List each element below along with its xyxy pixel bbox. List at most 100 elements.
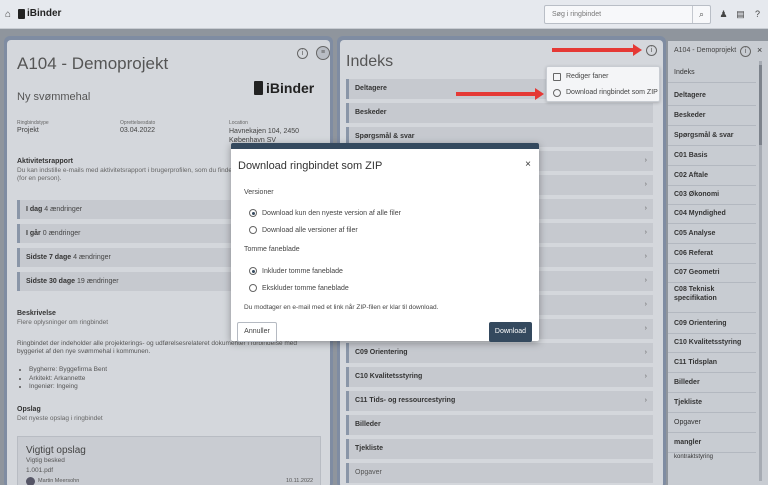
right-panel-item[interactable]: C08 Teknisk specifikation [668, 283, 756, 313]
index-row-label: Beskeder [355, 109, 387, 116]
info-icon[interactable]: i [740, 46, 751, 57]
close-icon[interactable]: × [757, 45, 762, 55]
description-list: Bygherre: Byggefirma Bent Arkitekt: Arka… [29, 366, 107, 392]
radio-icon[interactable] [249, 284, 257, 292]
radio-label: Download alle versioner af filer [262, 226, 358, 234]
notice-author: Martin Meersohn [38, 478, 80, 484]
users-icon[interactable]: ♟ [718, 9, 729, 20]
brand-logo[interactable]: iBinder [18, 8, 61, 19]
radio-include-empty[interactable]: Inkluder tomme faneblade [249, 267, 343, 275]
activity-row-label: I dag [26, 206, 43, 213]
notices-heading: Opslag [17, 406, 41, 413]
right-index-panel: A104 - Demoprojekt i × Indeks Deltagere … [668, 41, 768, 485]
index-row[interactable]: Tjekliste [346, 439, 653, 459]
index-row-label: Opgaver [355, 469, 382, 476]
chevron-right-icon: › [644, 157, 647, 164]
chevron-right-icon: › [644, 373, 647, 380]
scrollbar[interactable] [759, 61, 762, 481]
cancel-button[interactable]: Annuller [237, 322, 277, 342]
radio-selected-icon[interactable] [249, 209, 257, 217]
page-title: A104 - Demoprojekt [17, 54, 169, 73]
radio-all-versions[interactable]: Download alle versioner af filer [249, 226, 358, 234]
chevron-right-icon: › [644, 349, 647, 356]
notice-title: Vigtigt opslag [26, 445, 86, 456]
index-row[interactable]: Billeder [346, 415, 653, 435]
meta-label: Location [229, 120, 248, 126]
radio-icon[interactable] [249, 226, 257, 234]
dialog-note: Du modtager en e-mail med et link når ZI… [244, 304, 439, 311]
help-icon[interactable]: ? [752, 9, 763, 20]
right-panel-item[interactable]: Spørgsmål & svar [668, 126, 756, 146]
search-field[interactable]: Søg i ringbindet ⌕ [544, 5, 711, 24]
scrollbar-thumb[interactable] [759, 65, 762, 145]
info-icon[interactable]: i [297, 48, 308, 59]
close-icon[interactable]: × [525, 159, 531, 170]
chevron-right-icon: › [644, 277, 647, 284]
search-icon[interactable]: ⌕ [692, 6, 710, 23]
right-panel-item[interactable]: C11 Tidsplan [668, 353, 756, 373]
right-panel-item[interactable]: Deltagere [668, 86, 756, 106]
right-panel-header: A104 - Demoprojekt [668, 41, 768, 61]
edit-tabs-menu-item[interactable]: Rediger faner [553, 71, 608, 83]
index-row[interactable]: Opgaver [346, 463, 653, 483]
right-panel-item[interactable]: Beskeder [668, 106, 756, 126]
right-panel-item[interactable]: C09 Orientering [668, 314, 756, 334]
activity-row-label: Sidste 7 dage [26, 254, 72, 261]
radio-selected-icon[interactable] [249, 267, 257, 275]
right-panel-item[interactable]: C01 Basis [668, 146, 756, 166]
activity-row-count: 19 ændringer [76, 278, 119, 285]
index-row-label: Tjekliste [355, 445, 384, 452]
notice-card[interactable]: Vigtigt opslag Vigtig besked 1.001.pdf M… [17, 436, 321, 485]
ibinder-mark-icon [18, 8, 25, 19]
top-bar: ⌂ iBinder Søg i ringbindet ⌕ ♟ ▤ ? [0, 0, 768, 29]
index-row-label: Deltagere [355, 85, 387, 92]
chevron-right-icon: › [644, 397, 647, 404]
radio-label: Download kun den nyeste version af alle … [262, 209, 401, 217]
notice-file[interactable]: 1.001.pdf [26, 467, 53, 474]
radio-label: Ekskluder tomme faneblade [262, 284, 349, 292]
menu-icon[interactable]: ≡ [316, 46, 330, 60]
chevron-right-icon: › [644, 301, 647, 308]
project-logo-text: iBinder [266, 80, 315, 96]
right-panel-item[interactable]: Indeks [668, 63, 756, 83]
right-panel-item[interactable]: C03 Økonomi [668, 185, 756, 205]
radio-exclude-empty[interactable]: Ekskluder tomme faneblade [249, 284, 349, 292]
right-panel-item[interactable]: Billeder [668, 373, 756, 393]
right-panel-item[interactable]: C06 Referat [668, 244, 756, 264]
download-zip-menu-item[interactable]: Download ringbindet som ZIP [553, 87, 658, 99]
index-row[interactable]: C11 Tids- og ressourcestyring › [346, 391, 653, 411]
chevron-right-icon: › [644, 253, 647, 260]
right-panel-item[interactable]: Tjekliste [668, 393, 756, 413]
meta-label: Oprettelsesdato [120, 120, 156, 126]
right-panel-item[interactable]: C02 Aftale [668, 166, 756, 186]
right-panel-item[interactable]: kontraktstyring [668, 453, 756, 461]
activity-row-count: 4 ændringer [44, 206, 83, 213]
right-panel-title: A104 - Demoprojekt [674, 47, 737, 54]
radio-latest-version[interactable]: Download kun den nyeste version af alle … [249, 209, 401, 217]
options-dropdown: Rediger faner Download ringbindet som ZI… [546, 66, 660, 102]
index-row-label: C09 Orientering [355, 349, 408, 356]
index-row[interactable]: C10 Kvalitetsstyring › [346, 367, 653, 387]
right-panel-item[interactable]: mangler [668, 433, 756, 453]
right-panel-item[interactable]: C04 Myndighed [668, 204, 756, 224]
inbox-icon[interactable]: ▤ [735, 9, 746, 20]
meta-label: Ringbindstype [17, 120, 49, 126]
index-info-icon[interactable]: i [646, 45, 657, 56]
index-row[interactable]: C09 Orientering › [346, 343, 653, 363]
activity-heading: Aktivitetsrapport [17, 158, 74, 165]
list-item: Bygherre: Byggefirma Bent [29, 366, 107, 375]
index-row[interactable]: Beskeder [346, 103, 653, 123]
right-panel-item[interactable]: C05 Analyse [668, 224, 756, 244]
brand-text: iBinder [27, 8, 62, 19]
search-input[interactable]: Søg i ringbindet [552, 11, 601, 18]
right-panel-item[interactable]: Opgaver [668, 413, 756, 433]
meta-value: Projekt [17, 127, 39, 134]
download-button[interactable]: Download [489, 322, 532, 342]
activity-row-label: Sidste 30 dage [26, 278, 76, 285]
right-panel-item[interactable]: C10 Kvalitetsstyring [668, 333, 756, 353]
home-icon[interactable]: ⌂ [5, 9, 16, 20]
list-item: Ingeniør: Ingeing [29, 383, 107, 392]
edit-icon [553, 73, 561, 81]
description-heading: Beskrivelse [17, 310, 56, 317]
right-panel-item[interactable]: C07 Geometri [668, 263, 756, 283]
